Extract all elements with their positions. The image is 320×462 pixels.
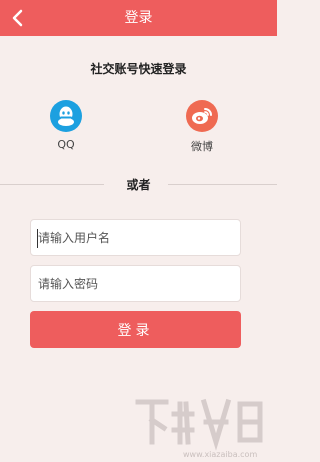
- divider-right: [168, 184, 277, 185]
- login-button[interactable]: 登录: [30, 311, 241, 348]
- weibo-login-button[interactable]: 微博: [172, 100, 232, 154]
- password-field[interactable]: [30, 265, 241, 302]
- password-input[interactable]: [31, 266, 240, 301]
- qq-penguin-icon: [58, 106, 74, 126]
- watermark-logo: [135, 398, 263, 451]
- header-bar: 登录: [0, 0, 277, 36]
- username-input[interactable]: [31, 220, 240, 255]
- weibo-icon: [192, 108, 212, 124]
- qq-label: QQ: [57, 138, 75, 151]
- qq-icon-circle: [50, 100, 82, 132]
- qq-login-button[interactable]: QQ: [36, 100, 96, 151]
- watermark-text: www.xiazaiba.com: [183, 450, 258, 459]
- page-title: 登录: [124, 10, 153, 26]
- social-login-title: 社交账号快速登录: [90, 62, 187, 76]
- username-field[interactable]: [30, 219, 241, 256]
- weibo-icon-circle: [186, 100, 218, 132]
- weibo-label: 微博: [191, 140, 213, 153]
- text-cursor: [37, 229, 38, 248]
